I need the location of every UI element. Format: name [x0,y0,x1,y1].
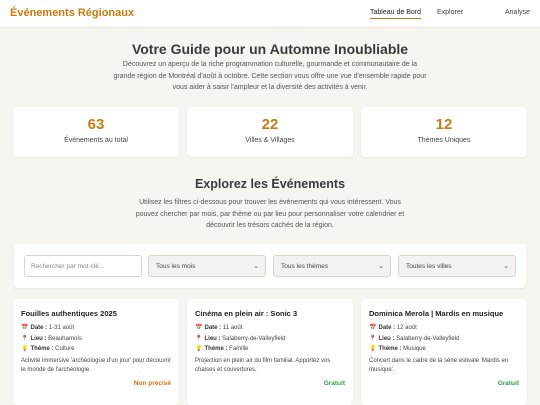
theme-value: Culture [55,346,75,352]
event-title: Fouilles authentiques 2025 [21,309,117,318]
brand-title[interactable]: Événements Régionaux [10,7,134,19]
event-card[interactable]: Cinéma en plein air : Sonic 3 📅 Date : 11… [187,299,353,405]
place-value: Beauharnois [48,336,82,342]
theme-label: Thème : [378,346,402,352]
event-description: Concert dans le cadre de la série estiva… [369,358,509,373]
chevron-down-icon: ⌄ [503,263,509,270]
pin-icon: 📍 [369,336,377,342]
theme-value: Musique [403,346,426,352]
section-title: Explorez les Événements [194,177,346,191]
page-title: Votre Guide pour un Automne Inoubliable [131,41,409,57]
date-label: Date : [204,325,222,331]
event-price: Gratuit [497,380,519,387]
event-theme: 💡 Thème : Musique [369,345,426,352]
calendar-icon: 📅 [21,325,29,331]
pin-icon: 📍 [195,336,203,342]
lightbulb-icon: 💡 [369,346,377,352]
stat-card-themes: 12 Thèmes Uniques [361,107,527,157]
nav-link-dashboard[interactable]: Tableau de Bord [370,9,421,19]
place-value: Salaberry-de-Valleyfield [396,336,460,342]
section-intro: Utilisez les filtres ci-dessous pour tro… [135,199,405,229]
event-title: Cinéma en plein air : Sonic 3 [195,309,298,318]
stat-label: Thèmes Uniques [417,137,471,144]
intro-text: Découvrez un aperçu de la riche programm… [113,61,427,91]
chevron-down-icon: ⌄ [253,263,259,270]
theme-label: Thème : [204,346,228,352]
filter-panel: Tous les mois ⌄ Tous les thèmes ⌄ Toutes… [14,244,526,288]
event-place: 📍 Lieu : Salaberry-de-Valleyfield [195,335,285,342]
event-theme: 💡 Thème : Culture [21,345,75,352]
lightbulb-icon: 💡 [195,346,203,352]
event-description: Activité immersive 'archéologue d'un jou… [21,358,171,373]
theme-label: Thème : [30,346,54,352]
place-label: Lieu : [30,336,47,342]
place-label: Lieu : [204,336,221,342]
city-select-value: Toutes les villes [406,263,452,270]
nav-link-explore[interactable]: Explorer [437,9,463,16]
calendar-icon: 📅 [195,325,203,331]
month-select-value: Tous les mois [156,263,196,270]
city-select[interactable]: Toutes les villes ⌄ [398,255,516,277]
event-date: 📅 Date : 11 août [195,324,242,331]
date-value: 11 août [222,325,243,331]
stat-label: Villes & Villages [245,137,295,144]
stat-value: 12 [435,116,453,133]
nav-link-analysis[interactable]: Analyse [505,9,530,16]
event-card[interactable]: Dominica Merola | Mardis en musique 📅 Dat… [361,299,527,405]
event-description: Projection en plein air du film familial… [195,358,331,373]
event-date: 📅 Date : 12 août [369,324,417,331]
event-title: Dominica Merola | Mardis en musique [369,309,504,318]
top-navbar: Événements Régionaux Tableau de Bord Exp… [0,0,540,28]
chevron-down-icon: ⌄ [378,263,384,270]
month-select[interactable]: Tous les mois ⌄ [148,255,266,277]
place-value: Salaberry-de-Valleyfield [222,336,286,342]
event-place: 📍 Lieu : Salaberry-de-Valleyfield [369,335,459,342]
search-input[interactable] [24,255,142,277]
event-place: 📍 Lieu : Beauharnois [21,335,82,342]
date-label: Date : [378,325,396,331]
date-value: 1-31 août [48,325,75,331]
place-label: Lieu : [378,336,395,342]
event-price: Non précisé [133,380,171,387]
stat-card-events: 63 Événements au total [13,107,179,157]
theme-value: Famille [229,346,249,352]
theme-select[interactable]: Tous les thèmes ⌄ [273,255,391,277]
event-price: Gratuit [323,380,345,387]
pin-icon: 📍 [21,336,29,342]
theme-select-value: Tous les thèmes [281,263,328,270]
date-value: 12 août [396,325,417,331]
stat-card-cities: 22 Villes & Villages [187,107,353,157]
stat-value: 63 [87,116,105,133]
lightbulb-icon: 💡 [21,346,29,352]
date-label: Date : [30,325,48,331]
calendar-icon: 📅 [369,325,377,331]
stat-value: 22 [261,116,279,133]
event-date: 📅 Date : 1-31 août [21,324,74,331]
event-card[interactable]: Fouilles authentiques 2025 📅 Date : 1-31 … [13,299,179,405]
event-theme: 💡 Thème : Famille [195,345,249,352]
stat-label: Événements au total [64,137,128,144]
